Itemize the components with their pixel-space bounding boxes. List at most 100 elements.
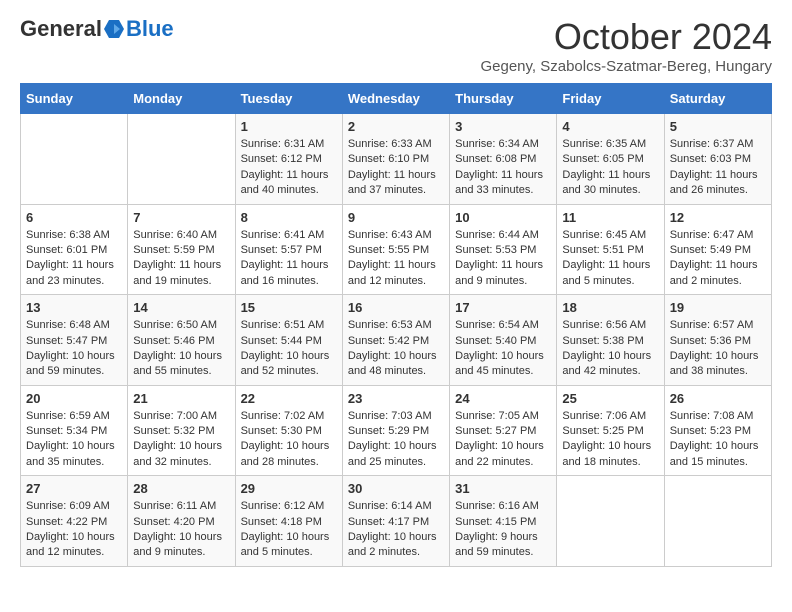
day-info: Sunrise: 7:02 AM Sunset: 5:30 PM Dayligh… <box>241 409 337 471</box>
day-info: Sunrise: 6:14 AM Sunset: 4:17 PM Dayligh… <box>348 499 444 561</box>
day-number: 27 <box>26 481 122 496</box>
calendar-cell: 8 Sunrise: 6:41 AM Sunset: 5:57 PM Dayli… <box>235 204 342 295</box>
calendar-cell: 14 Sunrise: 6:50 AM Sunset: 5:46 PM Dayl… <box>128 295 235 386</box>
calendar-body: 1 Sunrise: 6:31 AM Sunset: 6:12 PM Dayli… <box>21 114 772 567</box>
day-number: 26 <box>670 391 766 406</box>
week-row-2: 6 Sunrise: 6:38 AM Sunset: 6:01 PM Dayli… <box>21 204 772 295</box>
calendar-cell <box>128 114 235 205</box>
calendar-cell: 15 Sunrise: 6:51 AM Sunset: 5:44 PM Dayl… <box>235 295 342 386</box>
weekday-thursday: Thursday <box>450 84 557 114</box>
calendar-cell: 7 Sunrise: 6:40 AM Sunset: 5:59 PM Dayli… <box>128 204 235 295</box>
sunset-label: Sunset: 5:29 PM <box>348 425 429 437</box>
sunset-label: Sunset: 5:47 PM <box>26 335 107 347</box>
day-info: Sunrise: 6:51 AM Sunset: 5:44 PM Dayligh… <box>241 318 337 380</box>
day-number: 18 <box>562 300 658 315</box>
day-number: 3 <box>455 119 551 134</box>
day-info: Sunrise: 7:06 AM Sunset: 5:25 PM Dayligh… <box>562 409 658 471</box>
calendar-cell: 13 Sunrise: 6:48 AM Sunset: 5:47 PM Dayl… <box>21 295 128 386</box>
day-info: Sunrise: 6:53 AM Sunset: 5:42 PM Dayligh… <box>348 318 444 380</box>
calendar-cell: 20 Sunrise: 6:59 AM Sunset: 5:34 PM Dayl… <box>21 385 128 476</box>
sunrise-label: Sunrise: 7:00 AM <box>133 410 217 422</box>
day-number: 21 <box>133 391 229 406</box>
day-info: Sunrise: 6:50 AM Sunset: 5:46 PM Dayligh… <box>133 318 229 380</box>
day-info: Sunrise: 6:38 AM Sunset: 6:01 PM Dayligh… <box>26 228 122 290</box>
sunrise-label: Sunrise: 6:50 AM <box>133 319 217 331</box>
day-number: 12 <box>670 210 766 225</box>
day-number: 2 <box>348 119 444 134</box>
day-info: Sunrise: 6:40 AM Sunset: 5:59 PM Dayligh… <box>133 228 229 290</box>
logo-icon <box>103 18 125 40</box>
calendar-cell: 24 Sunrise: 7:05 AM Sunset: 5:27 PM Dayl… <box>450 385 557 476</box>
daylight-label: Daylight: 11 hours and 5 minutes. <box>562 259 650 286</box>
day-info: Sunrise: 6:31 AM Sunset: 6:12 PM Dayligh… <box>241 137 337 199</box>
calendar-cell: 3 Sunrise: 6:34 AM Sunset: 6:08 PM Dayli… <box>450 114 557 205</box>
sunrise-label: Sunrise: 7:06 AM <box>562 410 646 422</box>
sunrise-label: Sunrise: 6:59 AM <box>26 410 110 422</box>
calendar-cell: 1 Sunrise: 6:31 AM Sunset: 6:12 PM Dayli… <box>235 114 342 205</box>
daylight-label: Daylight: 11 hours and 33 minutes. <box>455 169 543 196</box>
daylight-label: Daylight: 10 hours and 32 minutes. <box>133 440 222 467</box>
daylight-label: Daylight: 11 hours and 19 minutes. <box>133 259 221 286</box>
sunrise-label: Sunrise: 7:02 AM <box>241 410 325 422</box>
daylight-label: Daylight: 10 hours and 45 minutes. <box>455 350 544 377</box>
day-number: 29 <box>241 481 337 496</box>
sunrise-label: Sunrise: 6:09 AM <box>26 500 110 512</box>
sunrise-label: Sunrise: 6:54 AM <box>455 319 539 331</box>
weekday-saturday: Saturday <box>664 84 771 114</box>
sunrise-label: Sunrise: 6:40 AM <box>133 229 217 241</box>
day-info: Sunrise: 6:35 AM Sunset: 6:05 PM Dayligh… <box>562 137 658 199</box>
sunrise-label: Sunrise: 7:08 AM <box>670 410 754 422</box>
calendar-cell: 6 Sunrise: 6:38 AM Sunset: 6:01 PM Dayli… <box>21 204 128 295</box>
day-info: Sunrise: 6:57 AM Sunset: 5:36 PM Dayligh… <box>670 318 766 380</box>
day-info: Sunrise: 6:48 AM Sunset: 5:47 PM Dayligh… <box>26 318 122 380</box>
day-number: 20 <box>26 391 122 406</box>
sunset-label: Sunset: 6:08 PM <box>455 153 536 165</box>
daylight-label: Daylight: 11 hours and 2 minutes. <box>670 259 758 286</box>
sunrise-label: Sunrise: 6:14 AM <box>348 500 432 512</box>
sunrise-label: Sunrise: 6:37 AM <box>670 138 754 150</box>
day-info: Sunrise: 6:09 AM Sunset: 4:22 PM Dayligh… <box>26 499 122 561</box>
day-info: Sunrise: 7:03 AM Sunset: 5:29 PM Dayligh… <box>348 409 444 471</box>
day-number: 19 <box>670 300 766 315</box>
logo-blue: Blue <box>126 16 174 42</box>
sunset-label: Sunset: 6:05 PM <box>562 153 643 165</box>
calendar-table: SundayMondayTuesdayWednesdayThursdayFrid… <box>20 83 772 567</box>
sunset-label: Sunset: 5:49 PM <box>670 244 751 256</box>
daylight-label: Daylight: 11 hours and 23 minutes. <box>26 259 114 286</box>
sunrise-label: Sunrise: 6:16 AM <box>455 500 539 512</box>
calendar-cell <box>664 476 771 567</box>
calendar-cell: 4 Sunrise: 6:35 AM Sunset: 6:05 PM Dayli… <box>557 114 664 205</box>
sunset-label: Sunset: 6:12 PM <box>241 153 322 165</box>
weekday-friday: Friday <box>557 84 664 114</box>
weekday-wednesday: Wednesday <box>342 84 449 114</box>
day-number: 15 <box>241 300 337 315</box>
day-number: 6 <box>26 210 122 225</box>
day-number: 24 <box>455 391 551 406</box>
sunset-label: Sunset: 5:40 PM <box>455 335 536 347</box>
day-info: Sunrise: 6:59 AM Sunset: 5:34 PM Dayligh… <box>26 409 122 471</box>
sunrise-label: Sunrise: 6:35 AM <box>562 138 646 150</box>
sunset-label: Sunset: 5:59 PM <box>133 244 214 256</box>
day-info: Sunrise: 7:05 AM Sunset: 5:27 PM Dayligh… <box>455 409 551 471</box>
calendar-cell: 25 Sunrise: 7:06 AM Sunset: 5:25 PM Dayl… <box>557 385 664 476</box>
weekday-monday: Monday <box>128 84 235 114</box>
day-number: 10 <box>455 210 551 225</box>
sunset-label: Sunset: 4:20 PM <box>133 516 214 528</box>
calendar: SundayMondayTuesdayWednesdayThursdayFrid… <box>0 83 792 587</box>
sunset-label: Sunset: 5:27 PM <box>455 425 536 437</box>
sunrise-label: Sunrise: 6:31 AM <box>241 138 325 150</box>
calendar-cell: 2 Sunrise: 6:33 AM Sunset: 6:10 PM Dayli… <box>342 114 449 205</box>
day-number: 23 <box>348 391 444 406</box>
day-info: Sunrise: 7:08 AM Sunset: 5:23 PM Dayligh… <box>670 409 766 471</box>
daylight-label: Daylight: 10 hours and 35 minutes. <box>26 440 115 467</box>
day-number: 11 <box>562 210 658 225</box>
daylight-label: Daylight: 10 hours and 25 minutes. <box>348 440 437 467</box>
daylight-label: Daylight: 10 hours and 59 minutes. <box>26 350 115 377</box>
calendar-cell: 21 Sunrise: 7:00 AM Sunset: 5:32 PM Dayl… <box>128 385 235 476</box>
day-info: Sunrise: 6:16 AM Sunset: 4:15 PM Dayligh… <box>455 499 551 561</box>
calendar-cell: 23 Sunrise: 7:03 AM Sunset: 5:29 PM Dayl… <box>342 385 449 476</box>
daylight-label: Daylight: 11 hours and 26 minutes. <box>670 169 758 196</box>
calendar-cell: 29 Sunrise: 6:12 AM Sunset: 4:18 PM Dayl… <box>235 476 342 567</box>
daylight-label: Daylight: 10 hours and 5 minutes. <box>241 531 330 558</box>
day-info: Sunrise: 6:11 AM Sunset: 4:20 PM Dayligh… <box>133 499 229 561</box>
